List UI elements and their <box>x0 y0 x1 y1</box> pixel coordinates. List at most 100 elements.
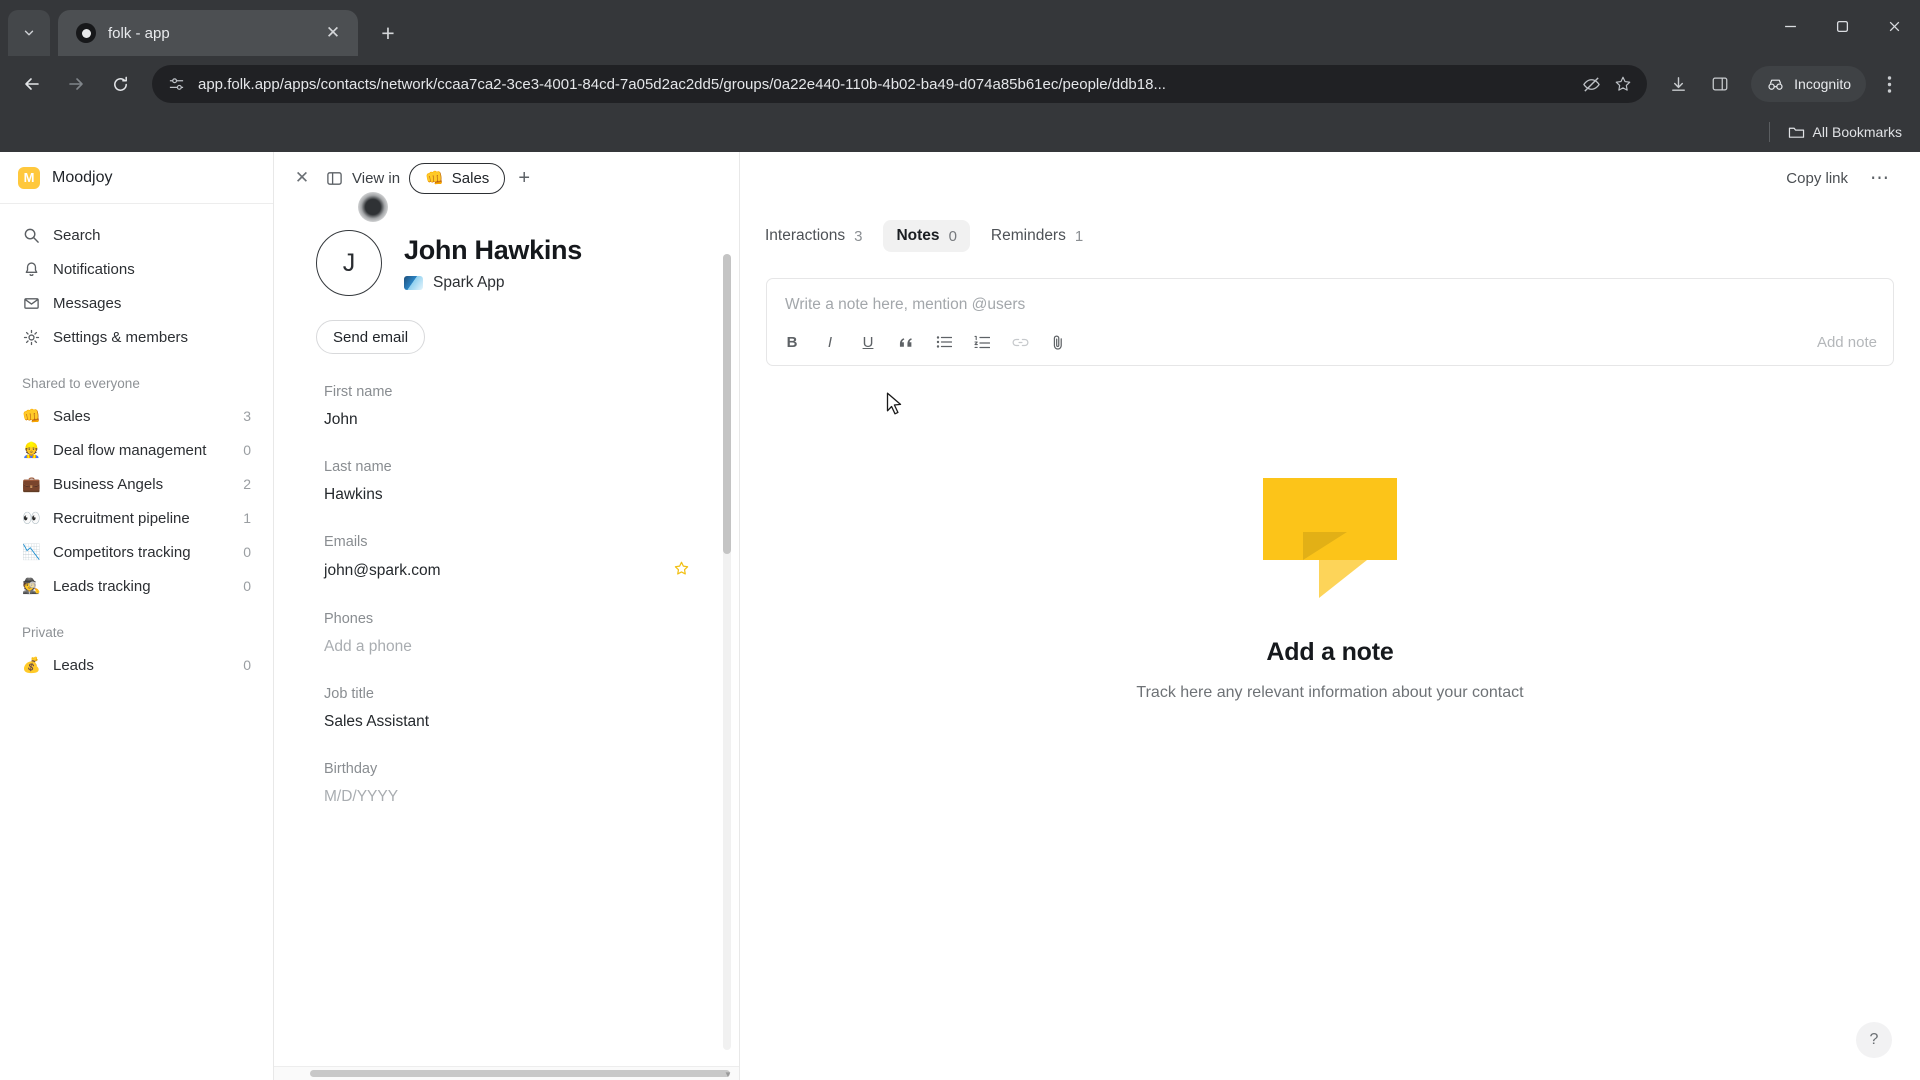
sidebar-item-leads[interactable]: 💰 Leads 0 <box>12 648 261 682</box>
field-value[interactable]: Hawkins <box>324 486 697 504</box>
incognito-indicator[interactable]: Incognito <box>1751 66 1866 102</box>
notes-panel: Copy link ⋯ Interactions 3 Notes 0 Remin… <box>740 152 1920 1080</box>
contact-name: John Hawkins <box>404 234 582 265</box>
envelope-icon <box>22 294 40 312</box>
avatar: J <box>316 230 382 296</box>
sidebar-item-count: 0 <box>243 544 251 560</box>
group-pill-sales[interactable]: 👊 Sales <box>409 162 506 194</box>
field-phones: Phones Add a phone <box>316 611 697 656</box>
primary-star-icon[interactable] <box>674 561 697 581</box>
workspace-name: Moodjoy <box>52 168 113 186</box>
scroll-down-arrow-icon[interactable]: ▼ <box>721 1067 735 1080</box>
sidebar-item-messages[interactable]: Messages <box>12 286 261 320</box>
close-window-button[interactable] <box>1868 0 1920 52</box>
help-button[interactable]: ? <box>1856 1022 1892 1058</box>
add-note-button[interactable]: Add note <box>1817 334 1877 351</box>
bullet-list-icon[interactable] <box>935 332 953 352</box>
incognito-label: Incognito <box>1794 76 1851 92</box>
contact-panel-toolbar: ✕ View in 👊 Sales + <box>274 152 739 204</box>
sidebar-item-notifications[interactable]: Notifications <box>12 252 261 286</box>
sidebar-item-label: Messages <box>53 294 122 312</box>
new-tab-button[interactable]: + <box>370 15 406 51</box>
contact-fields-scroll: J John Hawkins Spark App Send email Firs… <box>274 204 739 1080</box>
workspace-logo: M <box>18 166 40 189</box>
field-value[interactable]: john@spark.com <box>324 562 674 580</box>
sidebar-item-leads-tracking[interactable]: 🕵️ Leads tracking 0 <box>12 569 261 603</box>
note-input[interactable]: Write a note here, mention @users <box>783 293 1877 314</box>
minimize-button[interactable] <box>1764 0 1816 52</box>
bookmarks-bar: All Bookmarks <box>0 112 1920 152</box>
site-settings-icon[interactable] <box>166 74 186 94</box>
bold-icon[interactable]: B <box>783 332 801 352</box>
more-options-icon[interactable]: ⋯ <box>1870 167 1890 190</box>
attachment-icon[interactable] <box>1049 332 1067 352</box>
sidebar-item-label: Competitors tracking <box>53 543 191 561</box>
workspace-switcher[interactable]: M Moodjoy <box>0 152 273 204</box>
tab-count: 3 <box>854 227 863 245</box>
contact-panel-horizontal-scrollbar[interactable]: ▼ <box>274 1066 739 1080</box>
folk-circle-icon <box>76 23 96 43</box>
group-pill-label: Sales <box>451 169 490 187</box>
sidebar-item-business-angels[interactable]: 💼 Business Angels 2 <box>12 467 261 501</box>
copy-link-button[interactable]: Copy link <box>1786 170 1848 187</box>
sidebar-item-search[interactable]: Search <box>12 218 261 252</box>
numbered-list-icon[interactable] <box>973 332 991 352</box>
add-to-group-button[interactable]: + <box>514 167 530 190</box>
maximize-button[interactable] <box>1816 0 1868 52</box>
forward-icon[interactable] <box>56 64 96 104</box>
chrome-menu-icon[interactable] <box>1870 65 1908 103</box>
sidebar-item-label: Recruitment pipeline <box>53 509 190 527</box>
side-panel-icon[interactable] <box>1701 65 1739 103</box>
tab-label: Notes <box>896 227 940 244</box>
money-bag-emoji-icon: 💰 <box>22 656 41 674</box>
field-job-title: Job title Sales Assistant <box>316 686 697 731</box>
field-value[interactable]: John <box>324 411 697 429</box>
tab-notes[interactable]: Notes 0 <box>883 220 970 252</box>
sidebar-item-deal-flow-management[interactable]: 👷 Deal flow management 0 <box>12 433 261 467</box>
company-row[interactable]: Spark App <box>404 274 582 292</box>
link-icon[interactable] <box>1011 332 1029 352</box>
app-root: M Moodjoy Search Notifications Messages … <box>0 152 1920 1080</box>
browser-tab[interactable]: folk - app ✕ <box>58 10 358 56</box>
underline-icon[interactable]: U <box>859 332 877 352</box>
send-email-button[interactable]: Send email <box>316 320 426 354</box>
tab-reminders[interactable]: Reminders 1 <box>978 220 1096 252</box>
gear-icon <box>22 328 40 346</box>
field-label: Last name <box>324 459 392 475</box>
construction-worker-emoji-icon: 👷 <box>22 441 41 459</box>
address-bar[interactable]: app.folk.app/apps/contacts/network/ccaa7… <box>152 65 1648 103</box>
sidebar-item-competitors-tracking[interactable]: 📉 Competitors tracking 0 <box>12 535 261 569</box>
bookmark-star-icon[interactable] <box>1613 74 1633 94</box>
tab-interactions[interactable]: Interactions 3 <box>752 220 875 252</box>
field-value[interactable]: M/D/YYYY <box>324 788 697 806</box>
tab-search-chevron-icon[interactable] <box>8 10 50 56</box>
field-value[interactable]: Sales Assistant <box>324 713 697 731</box>
tab-label: Interactions <box>765 227 846 244</box>
hide-tracking-icon[interactable] <box>1581 74 1601 94</box>
field-first-name: First name John <box>316 384 697 429</box>
field-label: Birthday <box>324 761 378 777</box>
close-panel-button[interactable]: ✕ <box>292 168 312 188</box>
scrollbar-thumb[interactable] <box>723 254 731 554</box>
italic-icon[interactable]: I <box>821 332 839 352</box>
downloads-icon[interactable] <box>1659 65 1697 103</box>
reload-icon[interactable] <box>100 64 140 104</box>
close-icon[interactable]: ✕ <box>320 20 346 46</box>
sidebar-item-recruitment-pipeline[interactable]: 👀 Recruitment pipeline 1 <box>12 501 261 535</box>
contact-panel-scrollbar[interactable] <box>723 254 731 1050</box>
detective-emoji-icon: 🕵️ <box>22 577 41 595</box>
sidebar-item-settings[interactable]: Settings & members <box>12 320 261 354</box>
company-name: Spark App <box>433 273 505 291</box>
back-icon[interactable] <box>12 64 52 104</box>
url-text: app.folk.app/apps/contacts/network/ccaa7… <box>198 75 1166 93</box>
sidebar-item-sales[interactable]: 👊 Sales 3 <box>12 399 261 433</box>
sidebar-item-label: Deal flow management <box>53 441 207 459</box>
empty-state-title: Add a note <box>1266 638 1394 666</box>
fist-emoji-icon: 👊 <box>22 407 41 425</box>
hscrollbar-thumb[interactable] <box>310 1070 730 1077</box>
field-value[interactable]: Add a phone <box>324 638 697 656</box>
note-editor[interactable]: Write a note here, mention @users B I U <box>766 278 1894 366</box>
view-in-group[interactable]: View in 👊 Sales + <box>326 162 530 194</box>
all-bookmarks-button[interactable]: All Bookmarks <box>1788 124 1902 140</box>
quote-icon[interactable] <box>897 332 915 352</box>
